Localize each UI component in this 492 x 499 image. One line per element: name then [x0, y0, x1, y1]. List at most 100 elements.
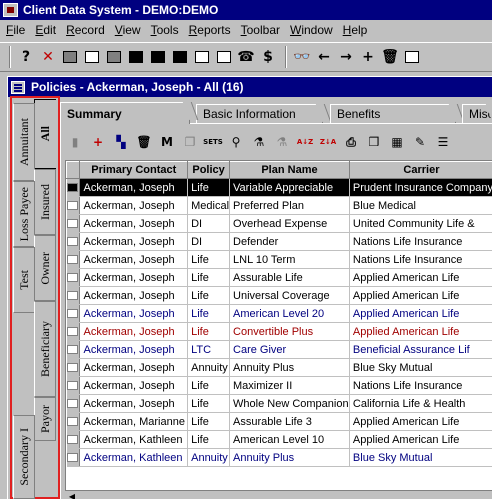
table-row[interactable]: Ackerman, Joseph Life Whole New Companion C… — [66, 394, 492, 413]
add-icon[interactable]: + — [358, 46, 378, 68]
mark-icon[interactable]: M — [157, 132, 177, 152]
row-selector[interactable] — [66, 286, 81, 305]
close-icon[interactable]: ✕ — [38, 46, 58, 68]
menu-help[interactable]: Help — [343, 23, 368, 37]
cell-policy[interactable]: Life — [187, 322, 231, 341]
row-selector[interactable] — [66, 268, 81, 287]
cell-carrier[interactable]: Blue Sky Mutual — [349, 448, 492, 467]
row-selector[interactable] — [66, 232, 81, 251]
cell-policy[interactable]: Annuity — [187, 448, 231, 467]
cell-primary-contact[interactable]: Ackerman, Joseph — [79, 268, 189, 287]
table-row[interactable]: Ackerman, Joseph Life Convertible Plus Appl… — [66, 322, 492, 341]
cell-carrier[interactable]: Applied American Life — [349, 286, 492, 305]
cell-plan-name[interactable]: Care Giver — [229, 340, 350, 359]
cell-primary-contact[interactable]: Ackerman, Joseph — [79, 322, 189, 341]
cell-plan-name[interactable]: Annuity Plus — [229, 448, 350, 467]
cell-carrier[interactable]: Blue Medical — [349, 196, 492, 215]
cell-primary-contact[interactable]: Ackerman, Joseph — [79, 358, 189, 377]
cell-plan-name[interactable]: Whole New Companion — [229, 394, 350, 413]
clear-filter-icon[interactable]: ⚗ — [272, 132, 292, 152]
tab-summary[interactable]: Summary — [60, 102, 190, 124]
row-selector[interactable] — [66, 394, 81, 413]
menu-tools[interactable]: Tools — [151, 23, 179, 37]
duplicate-icon[interactable]: ❒ — [364, 132, 384, 152]
forward-arrow-icon[interactable]: → — [336, 46, 356, 68]
sort-descending-icon[interactable]: Z↓A — [318, 132, 338, 152]
cell-plan-name[interactable]: American Level 20 — [229, 304, 350, 323]
cell-policy[interactable]: Life — [187, 286, 231, 305]
document-icon[interactable] — [402, 46, 422, 68]
pencil-icon[interactable]: ▮ — [65, 132, 85, 152]
cell-carrier[interactable]: Blue Sky Mutual — [349, 358, 492, 377]
table-row[interactable]: Ackerman, Joseph LTC Care Giver Beneficial … — [66, 340, 492, 359]
row-selector[interactable] — [66, 340, 81, 359]
cell-carrier[interactable]: Nations Life Insurance — [349, 376, 492, 395]
row-selector[interactable] — [66, 250, 81, 269]
row-selector[interactable] — [66, 430, 81, 449]
menu-edit[interactable]: Edit — [35, 23, 56, 37]
cell-carrier[interactable]: Beneficial Assurance Lif — [349, 340, 492, 359]
column-header-primary-contact[interactable]: Primary Contact — [79, 161, 189, 179]
cell-carrier[interactable]: Nations Life Insurance — [349, 250, 492, 269]
row-selector[interactable] — [66, 322, 81, 341]
records-icon[interactable] — [170, 46, 190, 68]
menu-file[interactable]: File — [6, 23, 25, 37]
cell-primary-contact[interactable]: Ackerman, Joseph — [79, 214, 189, 233]
horizontal-scrollbar[interactable]: ◀ — [65, 490, 492, 499]
table-row[interactable]: Ackerman, Marianne Life Assurable Life 3 Ap… — [66, 412, 492, 431]
app-icon[interactable] — [3, 3, 18, 17]
column-header-policy[interactable]: Policy — [187, 161, 231, 179]
cell-policy[interactable]: DI — [187, 232, 231, 251]
print-icon[interactable]: ⎙ — [341, 132, 361, 152]
row-selector[interactable] — [66, 214, 81, 233]
table-row[interactable]: Ackerman, Joseph DI Defender Nations Life I… — [66, 232, 492, 251]
cell-plan-name[interactable]: Maximizer II — [229, 376, 350, 395]
table-row[interactable]: Ackerman, Joseph Life Assurable Life Applie… — [66, 268, 492, 287]
card-icon[interactable] — [82, 46, 102, 68]
cell-policy[interactable]: Life — [187, 412, 231, 431]
cell-plan-name[interactable]: Overhead Expense — [229, 214, 350, 233]
cell-carrier[interactable]: United Community Life & — [349, 214, 492, 233]
column-header-carrier[interactable]: Carrier — [348, 161, 492, 179]
policies-icon[interactable] — [148, 46, 168, 68]
cell-carrier[interactable]: California Life & Health — [349, 394, 492, 413]
vtab-insured[interactable]: Insured — [34, 169, 56, 235]
cell-plan-name[interactable]: Variable Appreciable — [229, 178, 350, 197]
delete-record-icon[interactable]: 🗑 — [134, 132, 154, 152]
cell-policy[interactable]: DI — [187, 214, 231, 233]
back-arrow-icon[interactable]: ← — [314, 46, 334, 68]
cell-policy[interactable]: Life — [187, 304, 231, 323]
cell-primary-contact[interactable]: Ackerman, Joseph — [79, 232, 189, 251]
sort-ascending-icon[interactable]: A↓Z — [295, 132, 315, 152]
table-row[interactable]: Ackerman, Joseph DI Overhead Expense United… — [66, 214, 492, 233]
cell-carrier[interactable]: Applied American Life — [349, 322, 492, 341]
tab-basic-information[interactable]: Basic Information — [196, 104, 323, 123]
cell-policy[interactable]: Life — [187, 178, 231, 197]
table-row[interactable]: Ackerman, Joseph Life Variable Appreciable… — [66, 178, 492, 197]
filter-icon[interactable]: ⚗ — [249, 132, 269, 152]
row-selector[interactable] — [66, 196, 81, 215]
row-selector[interactable] — [66, 178, 81, 197]
row-selector-header[interactable] — [66, 161, 81, 179]
help-icon[interactable]: ? — [16, 46, 36, 68]
table-row[interactable]: Ackerman, Joseph Life American Level 20 App… — [66, 304, 492, 323]
dollar-icon[interactable]: $ — [258, 46, 278, 68]
window-icon[interactable] — [11, 80, 25, 94]
vtab-loss-payee[interactable]: Loss Payee — [13, 181, 35, 247]
vtab-payor[interactable]: Payor — [34, 397, 56, 441]
merge-icon[interactable]: ▚ — [111, 132, 131, 152]
table-row[interactable]: Ackerman, Joseph Medical Preferred Plan Blu… — [66, 196, 492, 215]
table-row[interactable]: Ackerman, Kathleen Annuity Annuity Plus Blu… — [66, 448, 492, 467]
table-row[interactable]: Ackerman, Kathleen Life American Level 10 A… — [66, 430, 492, 449]
cell-carrier[interactable]: Nations Life Insurance — [349, 232, 492, 251]
calculator-icon[interactable] — [60, 46, 80, 68]
contacts-icon[interactable] — [126, 46, 146, 68]
cell-carrier[interactable]: Applied American Life — [349, 412, 492, 431]
vtab-secondary[interactable]: Secondary I — [13, 415, 35, 499]
cell-primary-contact[interactable]: Ackerman, Kathleen — [79, 448, 189, 467]
menu-toolbar[interactable]: Toolbar — [241, 23, 280, 37]
menu-record[interactable]: Record — [66, 23, 105, 37]
table-row[interactable]: Ackerman, Joseph Life Universal Coverage Ap… — [66, 286, 492, 305]
column-header-plan-name[interactable]: Plan Name — [229, 161, 350, 179]
row-selector[interactable] — [66, 412, 81, 431]
